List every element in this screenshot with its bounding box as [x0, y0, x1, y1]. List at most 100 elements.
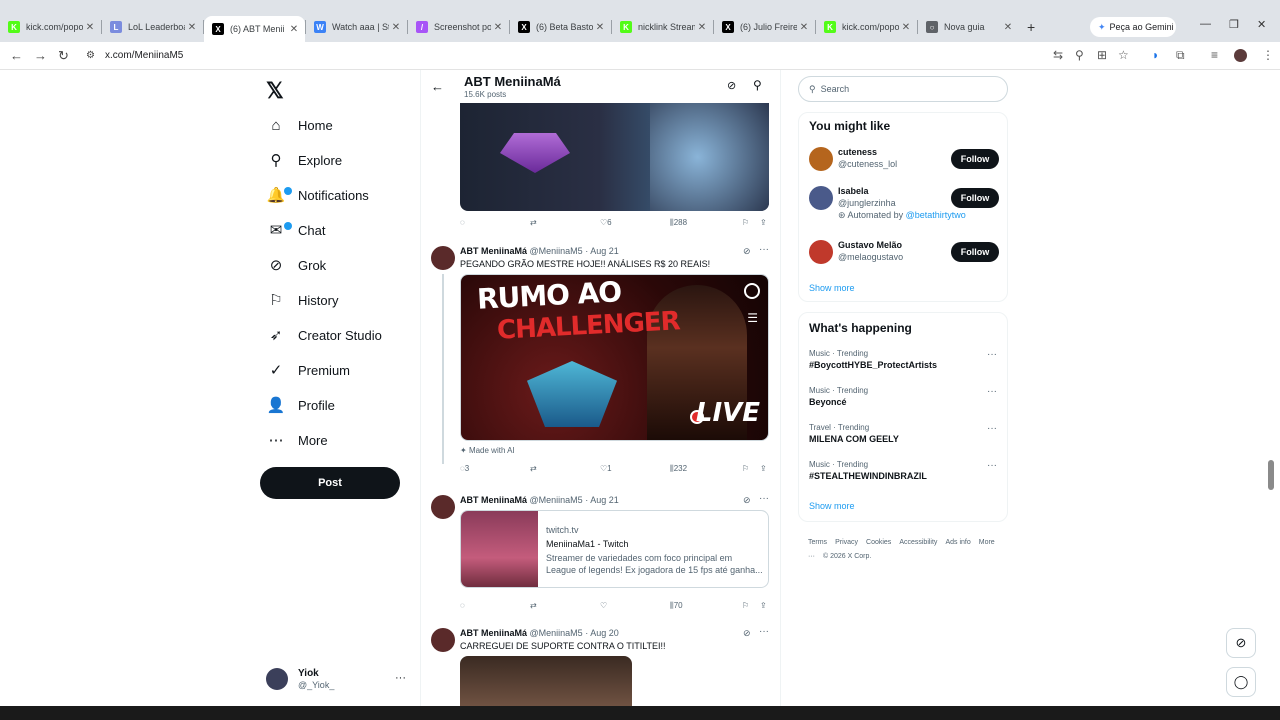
share-icon[interactable]: ⇪ — [760, 464, 767, 473]
author-avatar[interactable] — [431, 495, 455, 519]
like-button[interactable]: ♡ 6 — [600, 218, 612, 227]
footer-link[interactable]: Privacy — [835, 539, 858, 546]
forward-icon[interactable]: → — [34, 48, 47, 63]
nav-item-explore[interactable]: ⚲ Explore — [266, 147, 343, 173]
browser-tab[interactable]: X (6) Julio Freire ✕ — [714, 16, 815, 38]
close-tab-icon[interactable]: ✕ — [83, 22, 97, 33]
like-button[interactable]: ♡ 1 — [600, 464, 612, 473]
close-tab-icon[interactable]: ✕ — [1001, 22, 1015, 33]
footer-link[interactable]: © 2026 X Corp. — [823, 553, 871, 560]
trend-more-icon[interactable]: ··· — [987, 460, 997, 471]
browser-tab[interactable]: L LoL Leaderboards✕ — [102, 16, 203, 38]
trend-more-icon[interactable]: ··· — [987, 423, 997, 434]
close-tab-icon[interactable]: ✕ — [185, 22, 199, 33]
nav-item-history[interactable]: ⚐ History — [266, 287, 338, 313]
browser-tab[interactable]: Kkick.com/popo ✕ — [816, 16, 917, 38]
author-avatar[interactable] — [431, 246, 455, 270]
footer-link[interactable]: Terms — [808, 539, 827, 546]
grok-fab-icon[interactable]: ⊘ — [1226, 628, 1256, 658]
messages-fab-icon[interactable]: ◯ — [1226, 667, 1256, 697]
trend-item[interactable]: Music · Trending #BoycottHYBE_ProtectArti… — [809, 349, 999, 379]
close-tab-icon[interactable]: ✕ — [389, 22, 403, 33]
nav-item-notifications[interactable]: 🔔 Notifications — [266, 182, 369, 208]
nav-item-premium[interactable]: ✓ Premium — [266, 357, 350, 383]
grok-icon[interactable]: ⊘ — [743, 246, 751, 257]
close-tab-icon[interactable]: ✕ — [695, 22, 709, 33]
search-icon[interactable]: ⚲ — [753, 78, 762, 92]
back-arrow-icon[interactable]: ← — [431, 79, 444, 94]
browser-tab[interactable]: ○ Nova guia ✕ — [918, 16, 1019, 38]
post-image[interactable]: RUMO AO CHALLENGER ☰ LIVE — [460, 274, 769, 441]
minimize-icon[interactable]: — — [1200, 18, 1211, 30]
repost-icon[interactable]: ⇄ — [530, 464, 537, 473]
translate-icon[interactable]: ⇆ — [1053, 48, 1063, 62]
trend-item[interactable]: Travel · Trending MILENA COM GEELY ··· — [809, 423, 999, 453]
reload-icon[interactable]: ↻ — [58, 48, 69, 64]
address-bar[interactable]: x.com/MeniinaM5 — [105, 50, 183, 61]
install-icon[interactable]: ⊞ — [1097, 48, 1107, 62]
nav-item-grok[interactable]: ⊘ Grok — [266, 252, 326, 278]
show-more-link[interactable]: Show more — [809, 283, 855, 293]
reply-icon[interactable]: ◌ — [460, 601, 465, 610]
browser-tab[interactable]: X (6) Beta Basto ✕ — [510, 16, 611, 38]
ai-label[interactable]: ✦ Made with AI — [460, 446, 515, 455]
share-icon[interactable]: ⇪ — [760, 218, 767, 227]
browser-tab[interactable]: Knicklink Stream ✕ — [612, 16, 713, 38]
reply-button[interactable]: ◌ 3 — [460, 464, 469, 473]
search-input[interactable]: ⚲ Search — [798, 76, 1008, 102]
suggested-account[interactable]: Gustavo Melão @melaogustavo Follow — [809, 240, 999, 270]
nav-item-more[interactable]: ⋯ More — [266, 427, 328, 453]
post-more-icon[interactable]: ··· — [759, 493, 769, 504]
trend-item[interactable]: Music · Trending Beyoncé ··· — [809, 386, 999, 416]
account-name[interactable]: Gustavo Melão — [838, 240, 902, 250]
link-card[interactable]: twitch.tv MeniinaMa1 - Twitch Streamer d… — [460, 510, 769, 588]
views-button[interactable]: ⫼ 70 — [670, 601, 683, 611]
follow-button[interactable]: Follow — [951, 242, 999, 262]
grok-icon[interactable]: ⊘ — [743, 495, 751, 506]
author-name[interactable]: ABT MeniinaMá — [460, 246, 527, 256]
close-tab-icon[interactable]: ✕ — [491, 22, 505, 33]
footer-link[interactable]: Cookies — [866, 539, 891, 546]
more-icon[interactable]: ··· — [395, 672, 406, 684]
show-more-link[interactable]: Show more — [809, 501, 855, 511]
account-name[interactable]: cuteness — [838, 147, 877, 157]
post-media[interactable] — [460, 103, 769, 211]
close-tab-icon[interactable]: ✕ — [797, 22, 811, 33]
footer-link[interactable]: Ads info — [945, 539, 970, 546]
scrollbar[interactable] — [1268, 460, 1274, 490]
back-icon[interactable]: ← — [10, 48, 23, 63]
new-tab-icon[interactable]: + — [1027, 19, 1035, 35]
site-info-icon[interactable]: ⚙ — [86, 50, 95, 61]
trend-more-icon[interactable]: ··· — [987, 386, 997, 397]
author-name[interactable]: ABT MeniinaMá — [460, 495, 527, 505]
extension-icon[interactable]: ◗ — [1152, 48, 1159, 62]
post-more-icon[interactable]: ··· — [759, 244, 769, 255]
trend-item[interactable]: Music · Trending #STEALTHEWINDINBRAZIL ··· — [809, 460, 999, 490]
browser-tab[interactable]: / Screenshot po ✕ — [408, 16, 509, 38]
footer-link[interactable]: Accessibility — [899, 539, 937, 546]
zoom-icon[interactable]: ⚲ — [1075, 48, 1084, 62]
nav-item-profile[interactable]: 👤 Profile — [266, 392, 335, 418]
bookmark-icon[interactable]: ⚐ — [742, 464, 749, 473]
nav-item-home[interactable]: ⌂ Home — [266, 112, 332, 138]
extensions-puzzle-icon[interactable]: ⧉ — [1176, 48, 1185, 63]
reply-icon[interactable]: ◌ — [460, 218, 465, 227]
restore-icon[interactable]: ❐ — [1229, 18, 1239, 31]
follow-button[interactable]: Follow — [951, 149, 999, 169]
views-button[interactable]: ⫼ 288 — [670, 218, 687, 228]
avatar[interactable] — [809, 147, 833, 171]
tab-groups-icon[interactable]: ≡ — [1211, 48, 1218, 62]
close-window-icon[interactable]: ✕ — [1257, 18, 1266, 31]
grok-icon[interactable]: ⊘ — [727, 79, 736, 92]
menu-icon[interactable]: ⋮ — [1262, 48, 1274, 62]
grok-icon[interactable]: ⊘ — [743, 628, 751, 639]
suggested-account[interactable]: cuteness @cuteness_lol Follow — [809, 147, 999, 177]
account-name[interactable]: Isabela — [838, 186, 869, 196]
suggested-account[interactable]: Isabela @junglerzinha ⊛ Automated by @beta… — [809, 186, 999, 220]
repost-icon[interactable]: ⇄ — [530, 218, 537, 227]
follow-button[interactable]: Follow — [951, 188, 999, 208]
repost-icon[interactable]: ⇄ — [530, 601, 537, 610]
avatar[interactable] — [809, 240, 833, 264]
browser-tab[interactable]: X (6) ABT Menii ✕ — [204, 16, 305, 42]
browser-tab[interactable]: W Watch aaa | St ✕ — [306, 16, 407, 38]
